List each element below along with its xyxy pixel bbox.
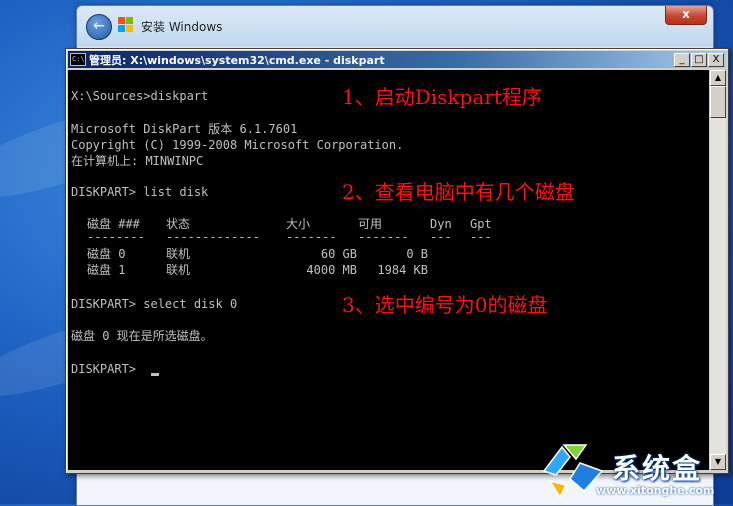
table-separator: -------	[358, 230, 409, 244]
table-cell-status: 联机	[166, 263, 191, 277]
console-line-select-disk: DISKPART> select disk 0	[71, 297, 238, 311]
annotation-step2: 2、查看电脑中有几个磁盘	[342, 180, 575, 204]
windows-flag-icon	[118, 17, 134, 33]
scroll-thumb[interactable]	[710, 86, 726, 118]
table-separator: ---	[470, 230, 492, 244]
watermark-text: 系统盒	[612, 452, 703, 485]
table-separator: --------	[87, 230, 145, 244]
console-line-version: Microsoft DiskPart 版本 6.1.7601	[71, 122, 298, 136]
table-cell-free: 1984 KB	[377, 263, 428, 277]
annotation-step1: 1、启动Diskpart程序	[342, 85, 542, 109]
table-separator: -------	[286, 230, 337, 244]
console-line-selected: 磁盘 0 现在是所选磁盘。	[71, 329, 213, 343]
scroll-up-icon[interactable]: ▲	[710, 70, 726, 86]
setup-window-title: 安装 Windows	[141, 20, 223, 34]
console-line-computer: 在计算机上: MINWINPC	[71, 154, 204, 168]
console-line-prompt: X:\Sources>diskpart	[71, 89, 209, 103]
table-separator: -------------	[166, 230, 260, 244]
maximize-button[interactable]: □	[691, 53, 707, 67]
back-arrow-icon[interactable]: ←	[86, 14, 112, 40]
vertical-scrollbar[interactable]: ▲ ▼	[710, 70, 726, 470]
watermark-url: www.xitonghe.com	[596, 484, 715, 497]
setup-titlebar: ← 安装 Windows x	[77, 6, 713, 46]
table-cell-status: 联机	[166, 247, 191, 261]
minimize-button[interactable]: _	[674, 53, 690, 67]
setup-close-button[interactable]: x	[665, 6, 707, 25]
cmd-window-title: 管理员: X:\windows\system32\cmd.exe - diskp…	[89, 54, 385, 67]
watermark-logo: 系统盒 www.xitonghe.com	[540, 441, 730, 501]
table-cell-disk: 磁盘 0	[87, 247, 126, 261]
table-cell-size: 4000 MB	[306, 263, 357, 277]
close-button[interactable]: X	[708, 53, 724, 67]
table-separator: ---	[430, 230, 452, 244]
console-output[interactable]: X:\Sources>diskpart Microsoft DiskPart 版…	[68, 70, 709, 470]
console-line-list-disk: DISKPART> list disk	[71, 185, 209, 199]
console-line-final-prompt: DISKPART>	[71, 362, 144, 376]
cmd-window: C:\ 管理员: X:\windows\system32\cmd.exe - d…	[65, 48, 729, 474]
cmd-window-icon[interactable]: C:\	[70, 53, 86, 66]
annotation-step3: 3、选中编号为0的磁盘	[342, 293, 548, 317]
table-cell-size: 60 GB	[320, 247, 357, 261]
table-cell-free: 0 B	[406, 247, 428, 261]
cmd-titlebar[interactable]: C:\ 管理员: X:\windows\system32\cmd.exe - d…	[68, 51, 726, 68]
console-line-copyright: Copyright (C) 1999-2008 Microsoft Corpor…	[71, 138, 404, 152]
table-cell-disk: 磁盘 1	[87, 263, 126, 277]
text-cursor	[151, 373, 159, 376]
